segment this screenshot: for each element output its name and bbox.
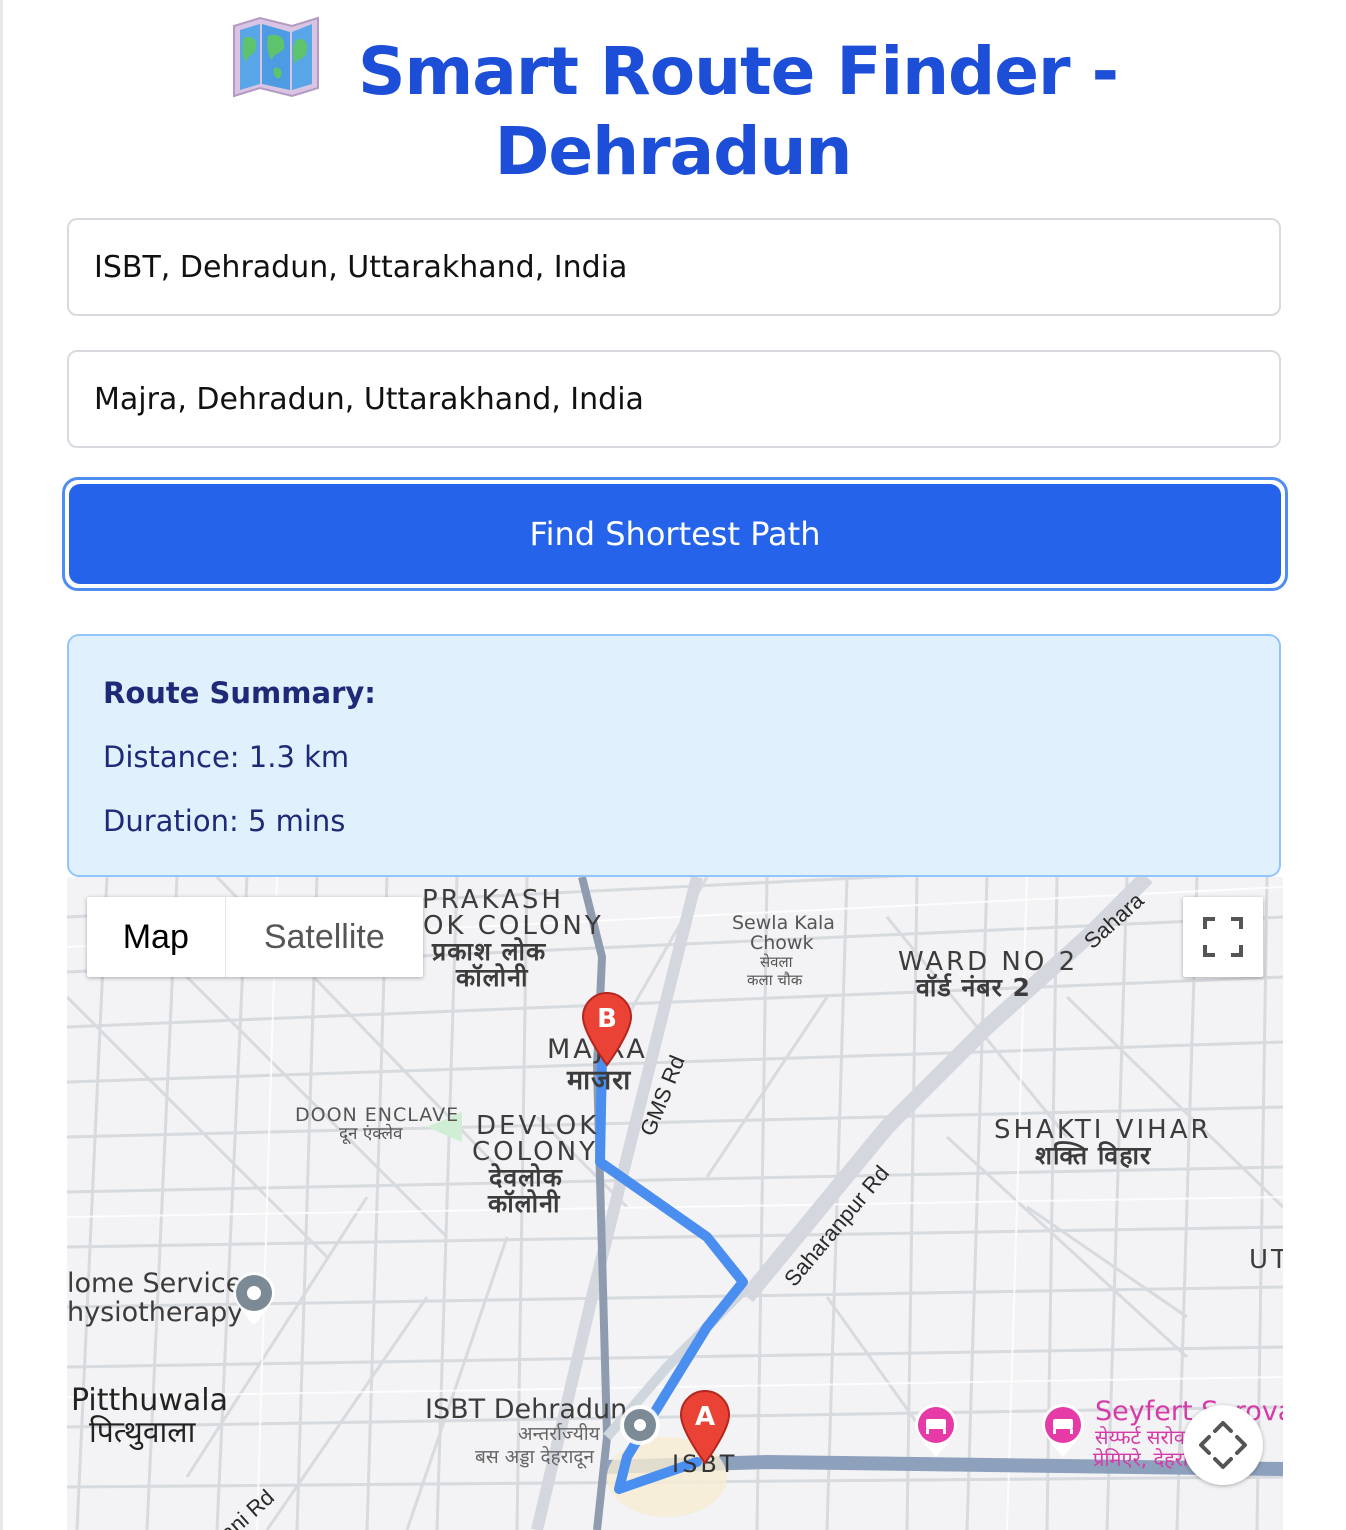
label-physio-2: hysiotherapy (67, 1297, 244, 1328)
map-type-map-button[interactable]: Map (87, 897, 226, 977)
label-prakash-1: PRAKASH (422, 885, 564, 915)
destination-input[interactable] (67, 350, 1281, 448)
label-physio-1: lome Service (67, 1268, 243, 1299)
route-summary-title: Route Summary: (103, 676, 376, 710)
camera-move-icon (1199, 1421, 1247, 1469)
find-shortest-path-button[interactable]: Find Shortest Path (62, 477, 1288, 591)
end-marker-b-icon[interactable]: B (581, 991, 633, 1067)
bus-station-pin-icon[interactable] (618, 1403, 662, 1451)
start-marker-letter: A (695, 1402, 715, 1432)
title-line-2: Dehradun (494, 113, 853, 190)
label-isbt-poi: ISBT Dehradun (425, 1394, 628, 1425)
label-ward-hi: वॉर्ड नंबर 2 (916, 973, 1031, 1002)
label-shakti-vihar: SHAKTI VIHAR (994, 1115, 1212, 1145)
label-devlok-2: COLONY (472, 1137, 598, 1167)
route-summary-panel: Route Summary: Distance: 1.3 km Duration… (67, 634, 1281, 877)
label-sewla-1: Sewla Kala (732, 912, 835, 934)
origin-input[interactable] (67, 218, 1281, 316)
label-majra-hi: माजरा (567, 1065, 632, 1096)
label-ut: UT (1249, 1245, 1283, 1275)
route-duration: Duration: 5 mins (103, 804, 346, 838)
page-left-edge (0, 0, 3, 1530)
label-prakash-hi-1: प्रकाश लोक (432, 937, 547, 966)
route-distance: Distance: 1.3 km (103, 740, 350, 774)
label-isbt-poi-hi-1: अन्तर्राज्यीय (518, 1423, 600, 1445)
map-type-satellite-button[interactable]: Satellite (226, 897, 423, 977)
label-sewla-hi-2: कला चौक (747, 971, 803, 989)
label-pitthuwala: Pitthuwala (71, 1383, 228, 1418)
label-doon-enclave: DOON ENCLAVE (295, 1104, 460, 1126)
page-title: Smart Route Finder - Dehradun (0, 14, 1346, 192)
label-prakash-2: OK COLONY (423, 911, 604, 941)
physio-pin-icon[interactable] (231, 1271, 277, 1327)
start-marker-a-icon[interactable]: A (679, 1389, 731, 1465)
hotel-pin-icon-2[interactable] (1040, 1403, 1086, 1459)
label-isbt-poi-hi-2: बस अड्डा देहरादून (475, 1446, 595, 1468)
world-map-icon (233, 16, 319, 98)
label-prakash-hi-2: कॉलोनी (456, 963, 529, 992)
label-sewla-hi-1: सेवला (760, 953, 793, 971)
label-pitthuwala-hi: पित्थुवाला (89, 1415, 196, 1450)
find-shortest-path-label: Find Shortest Path (69, 484, 1281, 584)
label-doon-enclave-hi: दून एंक्लेव (339, 1124, 403, 1144)
label-shakti-vihar-hi: शक्ति विहार (1035, 1141, 1152, 1170)
map-type-control: Map Satellite (87, 897, 423, 977)
label-ward-1: WARD NO 2 (898, 947, 1079, 977)
label-sewla-2: Chowk (750, 932, 814, 954)
end-marker-letter: B (597, 1004, 617, 1034)
label-devlok-hi-2: कॉलोनी (488, 1189, 561, 1218)
camera-control-button[interactable] (1183, 1405, 1263, 1485)
label-devlok-hi-1: देवलोक (489, 1163, 563, 1192)
title-line-1: Smart Route Finder - (358, 33, 1119, 110)
route-map[interactable]: PRAKASH OK COLONY प्रकाश लोक कॉलोनी Sewl… (67, 877, 1283, 1530)
hotel-pin-icon[interactable] (913, 1403, 959, 1459)
label-devlok-1: DEVLOK (476, 1111, 600, 1141)
fullscreen-button[interactable] (1183, 897, 1263, 977)
fullscreen-icon (1203, 917, 1243, 957)
